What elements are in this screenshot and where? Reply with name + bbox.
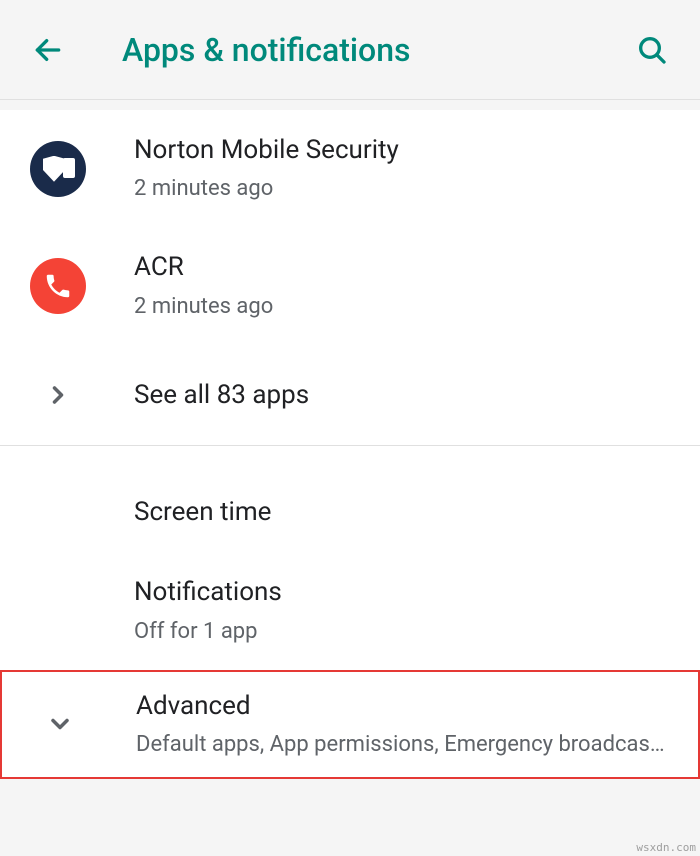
app-timestamp: 2 minutes ago: [134, 290, 670, 323]
chevron-down-icon: [32, 696, 88, 752]
app-timestamp: 2 minutes ago: [134, 172, 670, 205]
setting-title: Advanced: [136, 688, 668, 724]
acr-app-icon: [30, 258, 86, 314]
setting-subtitle: Default apps, App permissions, Emergency…: [136, 728, 668, 761]
setting-title: Screen time: [134, 494, 670, 530]
app-item-acr[interactable]: ACR 2 minutes ago: [0, 227, 700, 344]
norton-app-icon: [30, 141, 86, 197]
page-title: Apps & notifications: [122, 31, 634, 69]
chevron-right-icon: [30, 367, 86, 423]
search-icon[interactable]: [634, 32, 670, 68]
app-item-norton[interactable]: Norton Mobile Security 2 minutes ago: [0, 110, 700, 227]
setting-title: Notifications: [134, 574, 670, 610]
attribution-text: wsxdn.com: [636, 841, 696, 854]
settings-item-screen-time[interactable]: Screen time: [0, 446, 700, 552]
settings-item-notifications[interactable]: Notifications Off for 1 app: [0, 552, 700, 669]
setting-subtitle: Off for 1 app: [134, 615, 670, 648]
settings-item-advanced[interactable]: Advanced Default apps, App permissions, …: [0, 670, 700, 779]
settings-section: Screen time Notifications Off for 1 app …: [0, 446, 700, 779]
app-bar: Apps & notifications: [0, 0, 700, 100]
see-all-label: See all 83 apps: [134, 380, 309, 410]
app-title: Norton Mobile Security: [134, 132, 670, 168]
recent-apps-section: Norton Mobile Security 2 minutes ago ACR…: [0, 110, 700, 445]
back-arrow-icon[interactable]: [30, 32, 66, 68]
see-all-apps[interactable]: See all 83 apps: [0, 345, 700, 445]
app-title: ACR: [134, 249, 670, 285]
